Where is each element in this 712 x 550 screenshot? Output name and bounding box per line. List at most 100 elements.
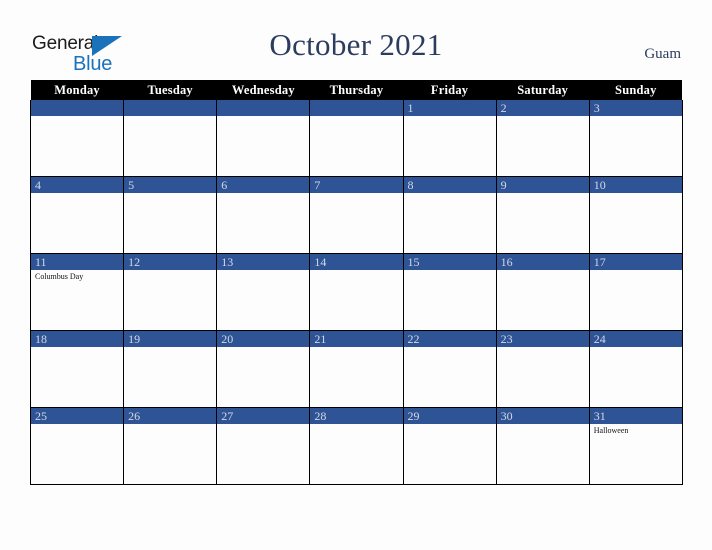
page-header: General Blue October 2021 Guam bbox=[0, 0, 712, 80]
day-events bbox=[404, 270, 496, 272]
calendar-day-cell-30[interactable]: 30 bbox=[495, 407, 590, 485]
day-cell-inner: 3 bbox=[589, 100, 682, 176]
day-cell-inner: 8 bbox=[403, 177, 496, 253]
calendar-day-cell-18[interactable]: 18 bbox=[29, 330, 125, 408]
day-number: 14 bbox=[310, 254, 403, 270]
day-cell-inner bbox=[124, 100, 217, 176]
day-events bbox=[404, 424, 496, 426]
calendar-day-cell-6[interactable]: 6 bbox=[216, 176, 311, 254]
day-cell-inner: 6 bbox=[217, 177, 310, 253]
day-number: 2 bbox=[496, 100, 589, 116]
day-events bbox=[310, 116, 402, 118]
day-events bbox=[217, 116, 309, 118]
day-events bbox=[217, 270, 309, 272]
day-number: 6 bbox=[217, 177, 310, 193]
calendar-day-cell-28[interactable]: 28 bbox=[309, 407, 404, 485]
calendar-day-cell-16[interactable]: 16 bbox=[495, 253, 590, 331]
weekday-header-tuesday: Tuesday bbox=[123, 80, 217, 100]
day-number: 26 bbox=[124, 408, 217, 424]
calendar-day-cell-14[interactable]: 14 bbox=[309, 253, 404, 331]
day-number: 5 bbox=[124, 177, 217, 193]
day-cell-inner: 5 bbox=[124, 177, 217, 253]
holiday-label: Columbus Day bbox=[35, 272, 84, 281]
day-events bbox=[590, 193, 682, 195]
calendar-day-cell-8[interactable]: 8 bbox=[402, 176, 497, 254]
day-events bbox=[497, 116, 589, 118]
day-cell-inner: 22 bbox=[403, 331, 496, 407]
day-events bbox=[590, 347, 682, 349]
day-cell-inner: 16 bbox=[496, 254, 589, 330]
calendar-day-cell-22[interactable]: 22 bbox=[402, 330, 497, 408]
day-number: 21 bbox=[310, 331, 403, 347]
calendar-day-cell-empty[interactable] bbox=[29, 100, 125, 177]
calendar-day-cell-29[interactable]: 29 bbox=[402, 407, 497, 485]
calendar-day-cell-15[interactable]: 15 bbox=[402, 253, 497, 331]
calendar-day-cell-24[interactable]: 24 bbox=[588, 330, 683, 408]
day-cell-inner: 23 bbox=[496, 331, 589, 407]
calendar-day-cell-9[interactable]: 9 bbox=[495, 176, 590, 254]
day-number: 25 bbox=[31, 408, 124, 424]
day-events bbox=[497, 424, 589, 426]
day-events: Columbus Day bbox=[31, 270, 123, 282]
day-events bbox=[217, 347, 309, 349]
weekday-header-friday: Friday bbox=[403, 80, 497, 100]
calendar-day-cell-4[interactable]: 4 bbox=[29, 176, 125, 254]
calendar-day-cell-empty[interactable] bbox=[216, 100, 311, 177]
calendar-day-cell-23[interactable]: 23 bbox=[495, 330, 590, 408]
day-events bbox=[404, 116, 496, 118]
calendar-day-cell-25[interactable]: 25 bbox=[29, 407, 125, 485]
day-events bbox=[31, 424, 123, 426]
page-title: October 2021 bbox=[269, 27, 443, 62]
day-cell-inner: 29 bbox=[403, 408, 496, 484]
calendar-day-cell-empty[interactable] bbox=[123, 100, 218, 177]
calendar-week-row: 25 26 27 28 29 30 31 Halloween bbox=[29, 407, 683, 485]
day-number: 27 bbox=[217, 408, 310, 424]
calendar-day-cell-17[interactable]: 17 bbox=[588, 253, 683, 331]
day-number: 17 bbox=[589, 254, 682, 270]
day-number: 29 bbox=[403, 408, 496, 424]
day-number: 28 bbox=[310, 408, 403, 424]
day-cell-inner bbox=[31, 100, 124, 176]
calendar-day-cell-1[interactable]: 1 bbox=[402, 100, 497, 177]
calendar-day-cell-20[interactable]: 20 bbox=[216, 330, 311, 408]
calendar-day-cell-10[interactable]: 10 bbox=[588, 176, 683, 254]
day-cell-inner: 19 bbox=[124, 331, 217, 407]
calendar-day-cell-5[interactable]: 5 bbox=[123, 176, 218, 254]
day-number: 18 bbox=[31, 331, 124, 347]
day-number: 23 bbox=[496, 331, 589, 347]
day-number: 30 bbox=[496, 408, 589, 424]
calendar-day-cell-2[interactable]: 2 bbox=[495, 100, 590, 177]
day-events bbox=[310, 347, 402, 349]
day-number: 4 bbox=[31, 177, 124, 193]
day-number bbox=[217, 100, 310, 116]
day-number: 15 bbox=[403, 254, 496, 270]
day-cell-inner: 30 bbox=[496, 408, 589, 484]
day-number: 31 bbox=[589, 408, 682, 424]
calendar-day-cell-3[interactable]: 3 bbox=[588, 100, 683, 177]
day-number: 11 bbox=[31, 254, 124, 270]
calendar-day-cell-21[interactable]: 21 bbox=[309, 330, 404, 408]
day-events: Halloween bbox=[590, 424, 682, 436]
day-events bbox=[31, 193, 123, 195]
calendar-day-cell-7[interactable]: 7 bbox=[309, 176, 404, 254]
day-events bbox=[31, 347, 123, 349]
calendar-day-cell-12[interactable]: 12 bbox=[123, 253, 218, 331]
calendar-day-cell-26[interactable]: 26 bbox=[123, 407, 218, 485]
day-cell-inner: 21 bbox=[310, 331, 403, 407]
day-cell-inner: 20 bbox=[217, 331, 310, 407]
day-cell-inner bbox=[217, 100, 310, 176]
day-number: 13 bbox=[217, 254, 310, 270]
day-events bbox=[497, 270, 589, 272]
day-number bbox=[31, 100, 124, 116]
day-number: 22 bbox=[403, 331, 496, 347]
day-cell-inner: 1 bbox=[403, 100, 496, 176]
calendar-day-cell-27[interactable]: 27 bbox=[216, 407, 311, 485]
calendar-day-cell-11[interactable]: 11 Columbus Day bbox=[29, 253, 125, 331]
calendar-day-cell-empty[interactable] bbox=[309, 100, 404, 177]
day-number: 3 bbox=[589, 100, 682, 116]
calendar-day-cell-19[interactable]: 19 bbox=[123, 330, 218, 408]
calendar-day-cell-31[interactable]: 31 Halloween bbox=[588, 407, 683, 485]
day-cell-inner: 28 bbox=[310, 408, 403, 484]
calendar-page: General Blue October 2021 Guam Monday Tue… bbox=[0, 0, 712, 550]
calendar-day-cell-13[interactable]: 13 bbox=[216, 253, 311, 331]
